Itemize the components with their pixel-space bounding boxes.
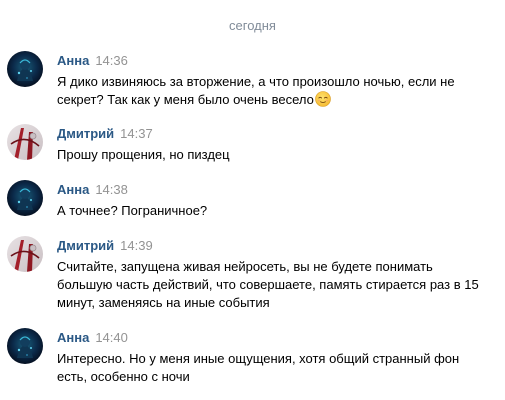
message-item: Дмитрий 14:37 Прошу прощения, но пиздец [7, 124, 497, 168]
message-time[interactable]: 14:38 [95, 182, 128, 197]
relieved-face-icon [315, 91, 331, 107]
message-author[interactable]: Анна [57, 53, 89, 68]
anna-avatar[interactable] [7, 328, 43, 364]
message-text: Интересно. Но у меня иные ощущения, хотя… [57, 351, 460, 384]
message-text: Я дико извиняюсь за вторжение, а что про… [57, 73, 487, 109]
message-text: Считайте, запущена живая нейросеть, вы н… [57, 259, 479, 310]
message-item: Дмитрий 14:39 Считайте, запущена живая не… [7, 236, 497, 316]
message-author[interactable]: Анна [57, 330, 89, 345]
message-author[interactable]: Дмитрий [57, 126, 114, 141]
message-time[interactable]: 14:40 [95, 330, 128, 345]
message-text: А точнее? Пограничное? [57, 203, 208, 218]
date-separator: сегодня [229, 18, 276, 33]
message-time[interactable]: 14:39 [120, 238, 153, 253]
message-author[interactable]: Анна [57, 182, 89, 197]
message-text: Прошу прощения, но пиздец [57, 147, 230, 162]
message-item: Анна 14:36 Я дико извиняюсь за вторжение,… [7, 51, 497, 111]
message-item: Анна 14:40 Интересно. Но у меня иные ощущ… [7, 328, 497, 390]
message-author[interactable]: Дмитрий [57, 238, 114, 253]
chat-history: сегодня Анна 14:36 Я дико извиняюсь за вт… [0, 0, 505, 400]
anna-avatar[interactable] [7, 180, 43, 216]
anna-avatar[interactable] [7, 51, 43, 87]
message-item: Анна 14:38 А точнее? Пограничное? [7, 180, 497, 224]
message-time[interactable]: 14:37 [120, 126, 153, 141]
dmitry-avatar[interactable] [7, 124, 43, 160]
dmitry-avatar[interactable] [7, 236, 43, 272]
message-time[interactable]: 14:36 [95, 53, 128, 68]
message-text-content: Я дико извиняюсь за вторжение, а что про… [57, 74, 455, 107]
